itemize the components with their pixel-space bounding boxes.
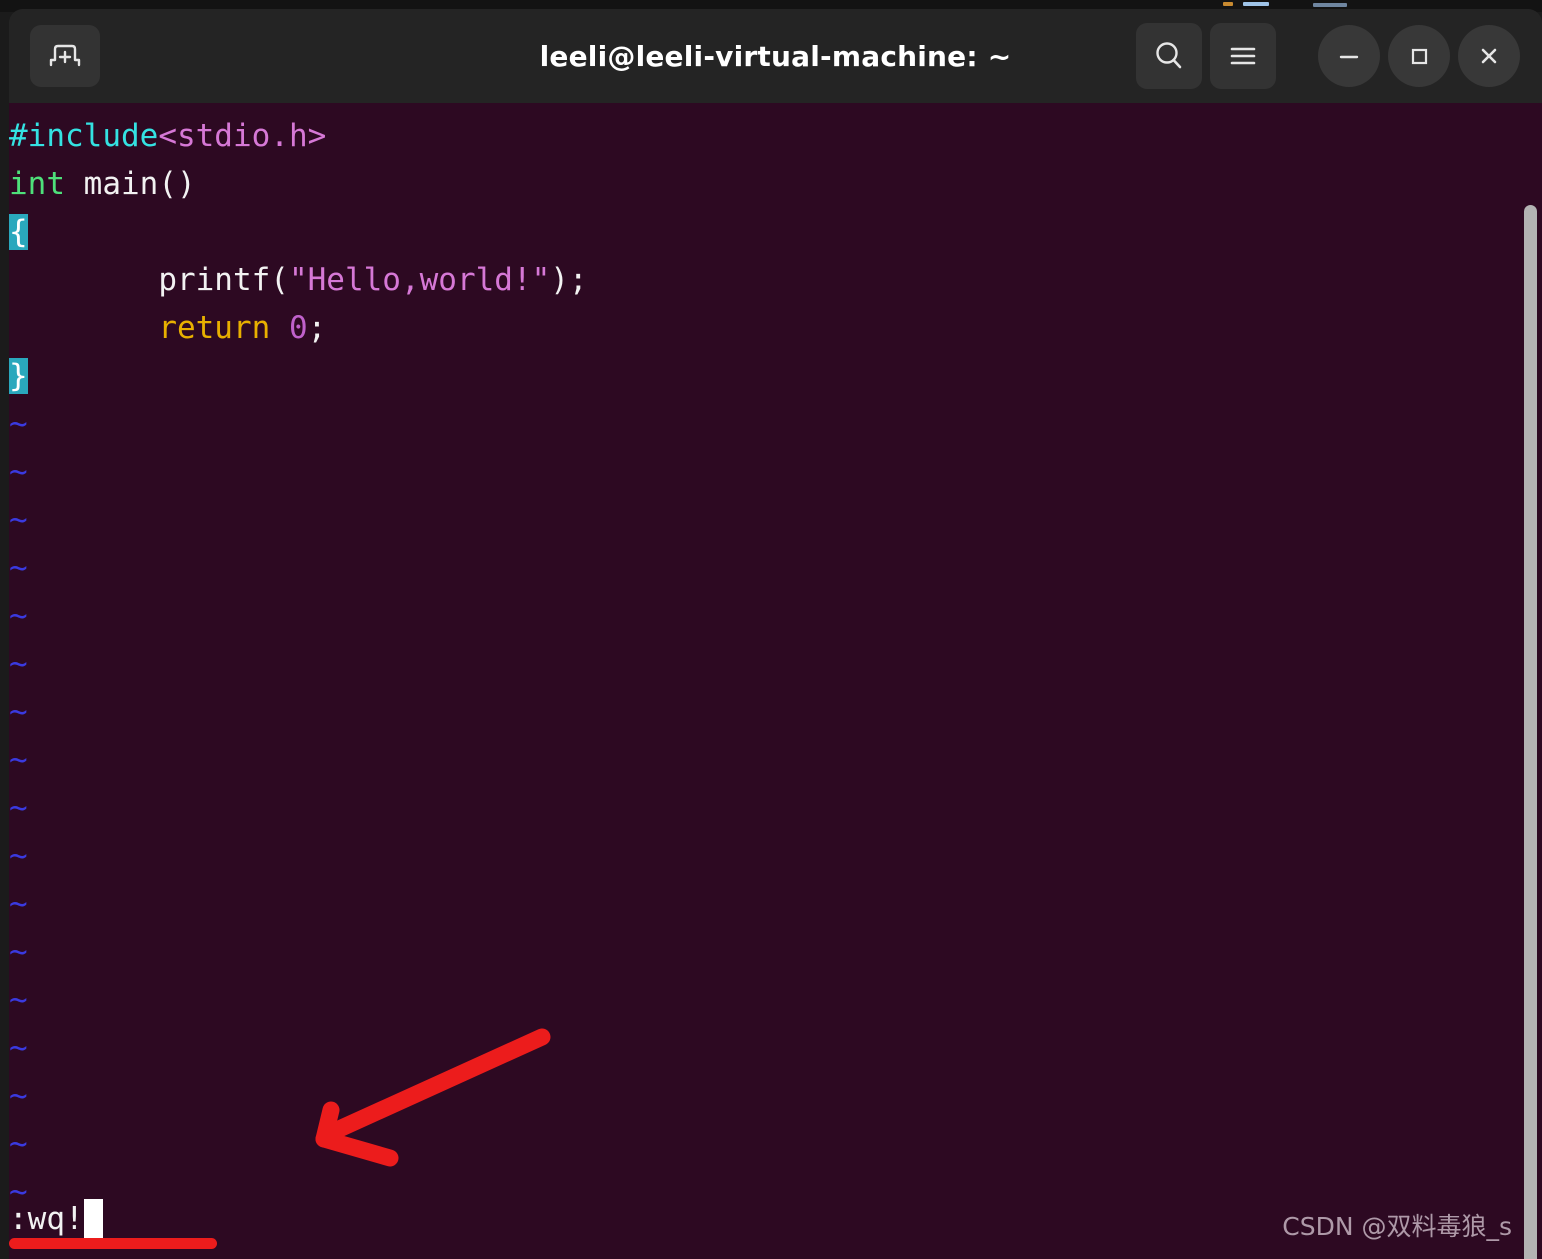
vim-tilde-marker: ~ xyxy=(9,742,28,778)
menu-button[interactable] xyxy=(1210,23,1276,89)
code-line: { xyxy=(9,208,1509,256)
code-token: return xyxy=(158,310,271,346)
new-tab-button[interactable] xyxy=(30,25,100,87)
vim-tilde-marker: ~ xyxy=(9,934,28,970)
annotation-underline xyxy=(9,1238,217,1249)
vim-source-code[interactable]: #include<stdio.h> int main(){ printf("Hel… xyxy=(9,103,1509,400)
code-token: printf( xyxy=(158,262,289,298)
code-line: #include<stdio.h> xyxy=(9,112,1509,160)
code-token: #include xyxy=(9,118,159,154)
code-token: "Hello,world!" xyxy=(288,262,551,298)
terminal-body[interactable]: ~ ~ ~ ~ ~ ~ ~ ~ ~ ~ ~ ~ ~ ~ ~ ~ ~ #include<stdio.h> int m… xyxy=(9,103,1542,1259)
vim-tilde-marker: ~ xyxy=(9,1078,28,1114)
vim-tilde-marker: ~ xyxy=(9,694,28,730)
minimize-icon xyxy=(1339,55,1359,59)
vim-tilde-marker: ~ xyxy=(9,1126,28,1162)
terminal-window: leeli@leeli-virtual-machine: ~ ~ ~ ~ ~ ~… xyxy=(9,9,1542,1259)
code-line: printf("Hello,world!"); xyxy=(9,256,1509,304)
control-gap xyxy=(1284,56,1310,57)
vim-tilde-marker: ~ xyxy=(9,598,28,634)
close-icon xyxy=(1481,48,1497,64)
vim-tilde-marker: ~ xyxy=(9,646,28,682)
vim-tilde-marker: ~ xyxy=(9,886,28,922)
vim-tilde-marker: ~ xyxy=(9,406,28,442)
vim-command-line[interactable]: :wq! xyxy=(9,1197,103,1241)
code-token: <stdio.h> xyxy=(158,118,327,154)
block-cursor xyxy=(83,1199,103,1239)
title-bar-controls xyxy=(1136,23,1520,89)
code-token: 0 xyxy=(288,310,308,346)
desktop-speck xyxy=(1243,2,1269,6)
desktop-speck xyxy=(1223,2,1233,6)
code-line: int main() xyxy=(9,160,1509,208)
search-icon xyxy=(1156,42,1182,69)
code-token: { xyxy=(9,214,28,250)
new-tab-icon xyxy=(49,44,81,67)
maximize-button[interactable] xyxy=(1388,25,1450,87)
vim-tilde-marker: ~ xyxy=(9,502,28,538)
code-token: main() xyxy=(83,166,196,202)
vim-tilde-marker: ~ xyxy=(9,1030,28,1066)
minimize-button[interactable] xyxy=(1318,25,1380,87)
vim-tilde-marker: ~ xyxy=(9,550,28,586)
search-button[interactable] xyxy=(1136,23,1202,89)
code-token: int xyxy=(9,166,65,202)
screen: leeli@leeli-virtual-machine: ~ ~ ~ ~ ~ ~… xyxy=(0,0,1542,1259)
code-token: ; xyxy=(307,310,327,346)
vim-tilde-marker: ~ xyxy=(9,790,28,826)
title-bar: leeli@leeli-virtual-machine: ~ xyxy=(9,9,1542,103)
scrollbar-track[interactable] xyxy=(1520,197,1542,1259)
code-line: return 0; xyxy=(9,304,1509,352)
vim-tilde-marker: ~ xyxy=(9,982,28,1018)
close-button[interactable] xyxy=(1458,25,1520,87)
maximize-icon xyxy=(1411,48,1428,65)
vim-tilde-marker: ~ xyxy=(9,838,28,874)
code-token: } xyxy=(9,358,28,394)
desktop-speck xyxy=(1313,3,1347,7)
hamburger-menu-icon xyxy=(1230,47,1256,65)
watermark: CSDN @双料毒狼_s xyxy=(1282,1212,1512,1241)
scrollbar-thumb[interactable] xyxy=(1524,205,1537,1259)
vim-command-text: :wq! xyxy=(9,1201,84,1237)
vim-tilde-marker: ~ xyxy=(9,454,28,490)
code-line: } xyxy=(9,352,1509,400)
code-token: ); xyxy=(550,262,588,298)
